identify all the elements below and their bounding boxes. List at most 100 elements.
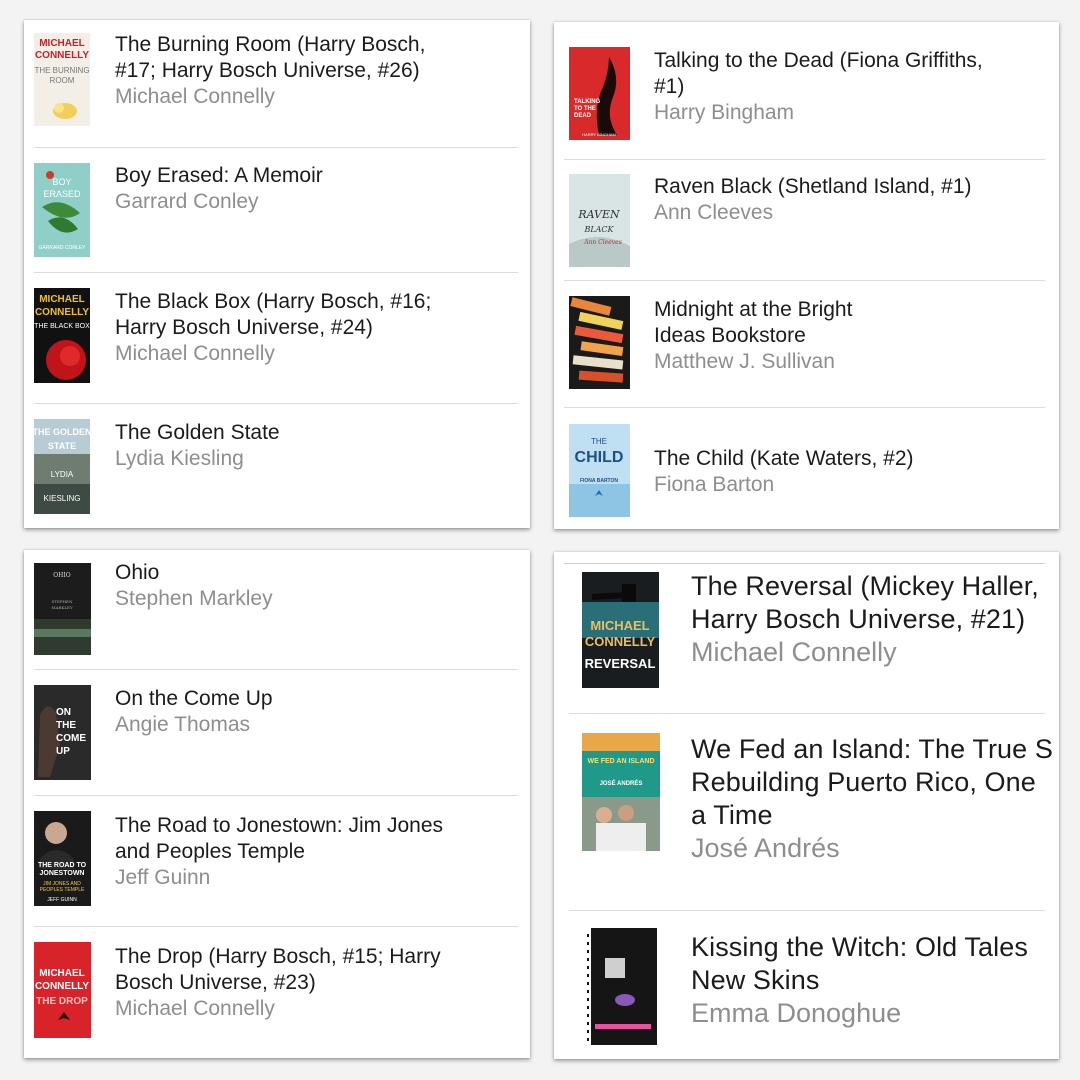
- svg-text:JOSÉ ANDRÉS: JOSÉ ANDRÉS: [600, 779, 643, 787]
- book-text: Kissing the Witch: Old Tales New Skins E…: [691, 931, 1028, 1030]
- the-black-box-cover: MICHAEL CONNELLY THE BLACK BOX: [34, 288, 90, 383]
- book-text: The Child (Kate Waters, #2) Fiona Barton: [654, 446, 914, 498]
- book-item[interactable]: Midnight at the Bright Ideas Bookstore M…: [554, 281, 1059, 408]
- book-author: Matthew J. Sullivan: [654, 350, 835, 373]
- book-author: Angie Thomas: [115, 713, 251, 736]
- book-text: Ohio Stephen Markley: [115, 560, 273, 612]
- book-list-panel-2: TALKING TO THE DEAD HARRY BINGHAM Talkin…: [554, 22, 1059, 529]
- svg-text:MICHAEL: MICHAEL: [39, 294, 85, 305]
- book-author: Emma Donoghue: [691, 998, 902, 1028]
- svg-text:CONNELLY: CONNELLY: [35, 50, 89, 61]
- book-item[interactable]: MICHAEL CONNELLY THE BLACK BOX The Black…: [24, 273, 530, 404]
- book-title: Midnight at the Bright Ideas Bookstore: [654, 298, 853, 347]
- book-title: Ohio: [115, 561, 160, 584]
- book-title: Raven Black (Shetland Island, #1): [654, 175, 972, 198]
- svg-text:MICHAEL: MICHAEL: [590, 618, 649, 633]
- the-drop-cover: MICHAEL CONNELLY THE DROP: [34, 942, 91, 1038]
- book-item[interactable]: RAVEN BLACK Ann Cleeves Raven Black (She…: [554, 160, 1059, 281]
- svg-text:THE: THE: [56, 720, 76, 731]
- book-author: Harry Bingham: [654, 101, 795, 124]
- on-the-come-up-cover: ON THE COME UP: [34, 685, 91, 780]
- svg-text:ON: ON: [56, 707, 71, 718]
- talking-to-the-dead-cover: TALKING TO THE DEAD HARRY BINGHAM: [569, 47, 630, 140]
- svg-text:GARRARD CONLEY: GARRARD CONLEY: [39, 245, 87, 251]
- book-title: The Road to Jonestown: Jim Jones and Peo…: [115, 814, 444, 863]
- book-item[interactable]: Kissing the Witch: Old Tales New Skins E…: [554, 911, 1059, 1059]
- svg-text:THE BLACK BOX: THE BLACK BOX: [34, 323, 90, 330]
- book-author: Stephen Markley: [115, 587, 273, 610]
- the-child-cover: THE CHILD FIONA BARTON: [569, 424, 630, 517]
- book-item[interactable]: TALKING TO THE DEAD HARRY BINGHAM Talkin…: [554, 22, 1059, 160]
- book-list-panel-3: OHIO STEPHEN MARKLEY Ohio Stephen Markle…: [24, 550, 530, 1058]
- book-title: The Child (Kate Waters, #2): [654, 447, 914, 470]
- book-item[interactable]: BOY ERASED GARRARD CONLEY Boy Erased: A …: [24, 148, 530, 273]
- book-item[interactable]: WE FED AN ISLAND JOSÉ ANDRÉS We Fed an I…: [554, 714, 1059, 910]
- book-text: The Drop (Harry Bosch, #15; Harry Bosch …: [115, 944, 441, 1022]
- book-author: Michael Connelly: [115, 342, 275, 365]
- svg-text:TALKING: TALKING: [574, 99, 601, 105]
- svg-text:UP: UP: [56, 746, 70, 757]
- book-author: Fiona Barton: [654, 473, 775, 496]
- book-author: José Andrés: [691, 833, 840, 863]
- book-item[interactable]: MICHAEL CONNELLY THE DROP The Drop (Harr…: [24, 927, 530, 1058]
- svg-text:THE DROP: THE DROP: [36, 996, 88, 1007]
- svg-text:COME: COME: [56, 733, 86, 744]
- book-text: Raven Black (Shetland Island, #1) Ann Cl…: [654, 174, 972, 226]
- raven-black-cover: RAVEN BLACK Ann Cleeves: [569, 174, 630, 267]
- svg-text:PEOPLES TEMPLE: PEOPLES TEMPLE: [40, 887, 85, 893]
- book-list-panel-4: MICHAEL CONNELLY REVERSAL The Reversal (…: [554, 552, 1059, 1059]
- book-author: Lydia Kiesling: [115, 447, 244, 470]
- book-item[interactable]: OHIO STEPHEN MARKLEY Ohio Stephen Markle…: [24, 550, 530, 670]
- the-burning-room-cover: MICHAEL CONNELLY THE BURNING ROOM: [34, 33, 90, 126]
- book-title: Kissing the Witch: Old Tales New Skins: [691, 932, 1028, 995]
- svg-text:DEAD: DEAD: [574, 113, 592, 119]
- book-text: Talking to the Dead (Fiona Griffiths, #1…: [654, 48, 983, 126]
- boy-erased-cover: BOY ERASED GARRARD CONLEY: [34, 163, 90, 257]
- book-title: The Black Box (Harry Bosch, #16; Harry B…: [115, 290, 432, 339]
- book-text: The Burning Room (Harry Bosch, #17; Harr…: [115, 32, 425, 110]
- book-title: On the Come Up: [115, 687, 273, 710]
- svg-text:MICHAEL: MICHAEL: [39, 38, 85, 49]
- midnight-bright-ideas-cover: [569, 296, 630, 389]
- book-item[interactable]: THE GOLDEN STATE LYDIA KIESLING The Gold…: [24, 404, 530, 528]
- svg-text:THE: THE: [591, 437, 607, 446]
- we-fed-an-island-cover: WE FED AN ISLAND JOSÉ ANDRÉS: [582, 733, 660, 851]
- book-author: Michael Connelly: [115, 997, 275, 1020]
- svg-text:BOY: BOY: [52, 177, 71, 187]
- svg-text:OHIO: OHIO: [53, 572, 71, 579]
- book-item[interactable]: MICHAEL CONNELLY REVERSAL The Reversal (…: [554, 564, 1059, 713]
- svg-text:LYDIA: LYDIA: [51, 470, 74, 479]
- book-author: Jeff Guinn: [115, 866, 211, 889]
- book-text: The Reversal (Mickey Haller, Harry Bosch…: [691, 570, 1039, 669]
- road-to-jonestown-cover: THE ROAD TO JONESTOWN JIM JONES AND PEOP…: [34, 811, 91, 906]
- svg-text:Ann Cleeves: Ann Cleeves: [583, 239, 622, 246]
- book-title: We Fed an Island: The True S Rebuilding …: [691, 734, 1053, 830]
- book-author: Garrard Conley: [115, 190, 259, 213]
- svg-text:CHILD: CHILD: [575, 449, 624, 466]
- svg-text:KIESLING: KIESLING: [44, 494, 81, 503]
- the-reversal-cover: MICHAEL CONNELLY REVERSAL: [582, 572, 659, 688]
- book-list-panel-1: MICHAEL CONNELLY THE BURNING ROOM The Bu…: [24, 20, 530, 528]
- book-text: We Fed an Island: The True S Rebuilding …: [691, 733, 1053, 865]
- svg-text:CONNELLY: CONNELLY: [585, 634, 656, 649]
- svg-text:JONESTOWN: JONESTOWN: [40, 870, 85, 877]
- svg-text:FIONA BARTON: FIONA BARTON: [580, 478, 618, 484]
- svg-text:CONNELLY: CONNELLY: [35, 981, 89, 992]
- book-item[interactable]: MICHAEL CONNELLY THE BURNING ROOM The Bu…: [24, 20, 530, 148]
- book-text: The Golden State Lydia Kiesling: [115, 420, 280, 472]
- book-title: The Drop (Harry Bosch, #15; Harry Bosch …: [115, 945, 441, 994]
- book-author: Ann Cleeves: [654, 201, 774, 224]
- svg-text:TO THE: TO THE: [574, 106, 596, 112]
- svg-text:HARRY BINGHAM: HARRY BINGHAM: [582, 132, 616, 137]
- the-golden-state-cover: THE GOLDEN STATE LYDIA KIESLING: [34, 419, 90, 514]
- svg-text:THE GOLDEN: THE GOLDEN: [34, 427, 90, 437]
- book-item[interactable]: THE CHILD FIONA BARTON The Child (Kate W…: [554, 408, 1059, 529]
- book-item[interactable]: ON THE COME UP On the Come Up Angie Thom…: [24, 670, 530, 796]
- book-item[interactable]: THE ROAD TO JONESTOWN JIM JONES AND PEOP…: [24, 796, 530, 927]
- book-text: Boy Erased: A Memoir Garrard Conley: [115, 163, 323, 215]
- svg-text:BLACK: BLACK: [583, 225, 614, 234]
- book-text: On the Come Up Angie Thomas: [115, 686, 273, 738]
- svg-text:ERASED: ERASED: [43, 189, 81, 199]
- book-title: The Reversal (Mickey Haller, Harry Bosch…: [691, 571, 1039, 634]
- kissing-the-witch-cover: [585, 928, 657, 1045]
